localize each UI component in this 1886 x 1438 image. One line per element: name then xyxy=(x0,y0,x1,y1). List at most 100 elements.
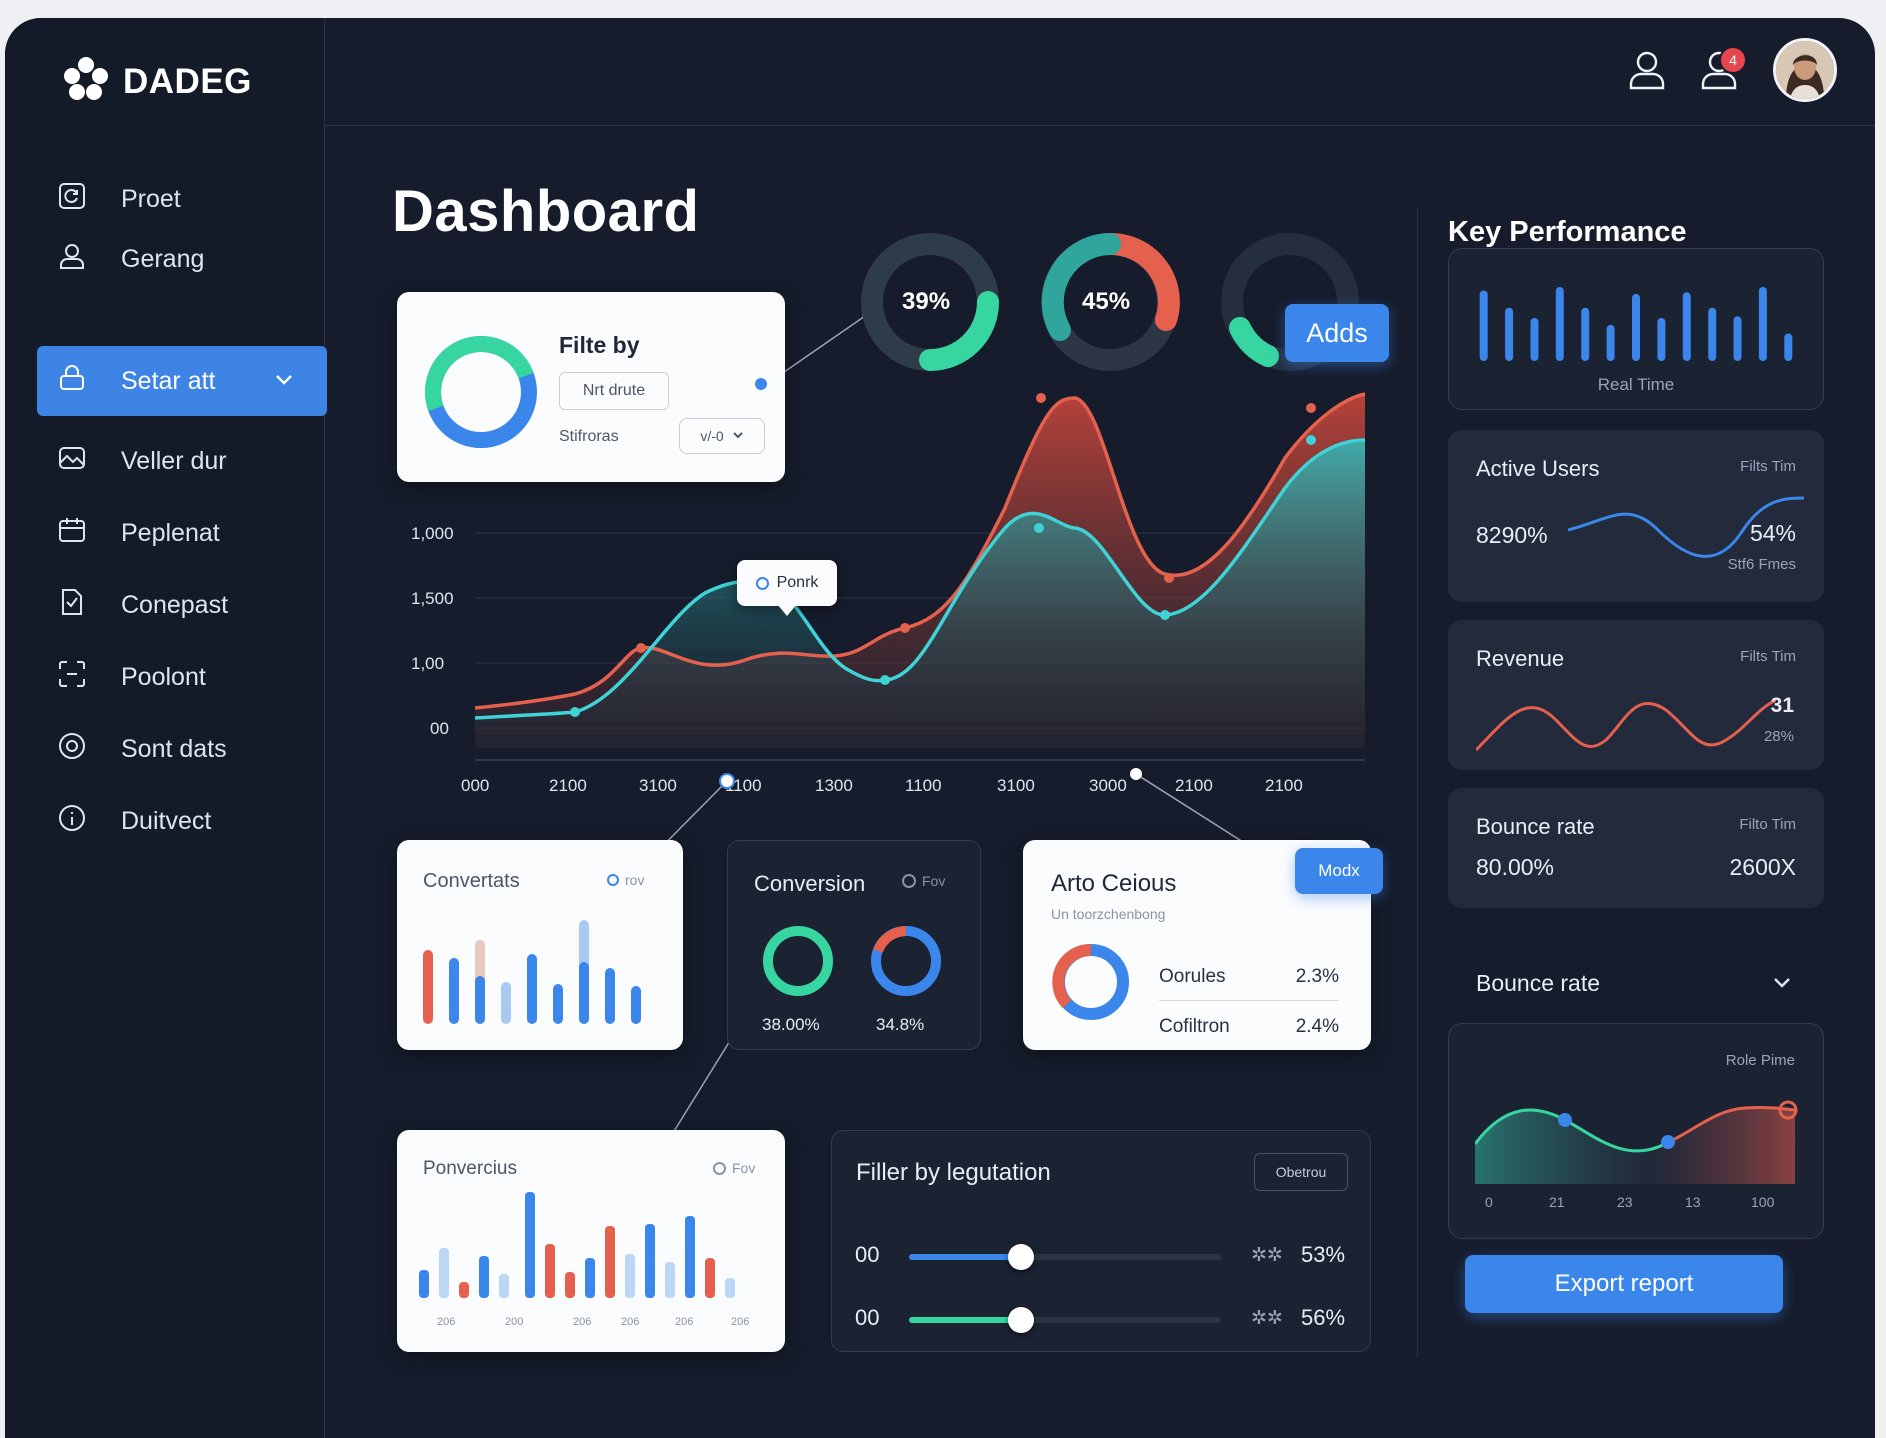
x-tick-4: 1100 xyxy=(725,776,762,795)
tooltip-arrow xyxy=(777,604,797,616)
chevron-down-icon[interactable] xyxy=(273,368,295,397)
lock-icon xyxy=(57,363,87,400)
slider-2-label: 00 xyxy=(855,1305,880,1330)
active-users-card: Active Users Filts Tim 8290% 54% Stf6 Fm… xyxy=(1448,430,1824,602)
filter-select-value: v/-0 xyxy=(700,428,724,444)
filter-location-button[interactable]: Obetrou xyxy=(1254,1153,1348,1191)
calendar-icon xyxy=(57,515,87,552)
tag-text: Fov xyxy=(732,1160,756,1176)
x-tick-5: 1300 xyxy=(815,776,853,795)
conversion-ring-blue xyxy=(871,926,941,996)
active-users-right-sub: Stf6 Fmes xyxy=(1727,556,1796,573)
add-button[interactable]: Adds xyxy=(1285,304,1389,362)
export-report-button[interactable]: Export report xyxy=(1465,1255,1783,1313)
info-circle-icon xyxy=(57,803,87,840)
modx-badge-button[interactable]: Modx xyxy=(1295,848,1383,894)
realtime-bar xyxy=(1682,292,1691,361)
filter-location-title: Filler by legutation xyxy=(856,1159,1051,1186)
bounce-x-tick-1: 0 xyxy=(1485,1194,1493,1210)
bounce-rate-section-header[interactable]: Bounce rate xyxy=(1448,958,1824,1010)
x-tick-2: 2100 xyxy=(549,776,587,795)
flower-logo-icon xyxy=(63,56,109,107)
sidebar-item-label: Poolont xyxy=(121,662,206,691)
app-window: DADEG Proet Gerang Setar att Veller dur xyxy=(5,18,1875,1438)
sidebar: DADEG Proet Gerang Setar att Veller dur xyxy=(5,18,327,1438)
auto-card-title: Arto Ceious xyxy=(1051,870,1177,897)
realtime-bar xyxy=(1733,316,1742,361)
convertats-tag: rov xyxy=(607,872,644,888)
active-users-left-value: 8290% xyxy=(1476,522,1548,548)
convertats-card: Convertats rov xyxy=(397,840,683,1050)
sidebar-item-duitvect[interactable]: Duitvect xyxy=(37,786,327,856)
auto-row1-value: 2.3% xyxy=(1295,966,1339,987)
revenue-sparkline xyxy=(1476,698,1776,752)
slider-2-thumb[interactable] xyxy=(1008,1307,1035,1333)
conversion-card: Conversion Fov 38.00% 34.8% xyxy=(727,840,981,1050)
sidebar-item-conepast[interactable]: Conepast xyxy=(37,570,327,640)
x-tick-7: 3100 xyxy=(997,776,1035,795)
bounce-rate-tag: Filto Tim xyxy=(1739,816,1796,833)
filter-select[interactable]: v/-0 xyxy=(679,418,765,454)
chevron-down-icon[interactable] xyxy=(1770,970,1794,999)
sidebar-item-setar-att[interactable]: Setar att xyxy=(37,346,327,416)
circle-icon xyxy=(902,874,916,888)
revenue-title: Revenue xyxy=(1476,646,1565,671)
donut-45-label: 45% xyxy=(1082,288,1131,315)
realtime-bar xyxy=(1479,290,1488,361)
slider-2-track[interactable] xyxy=(909,1307,1221,1333)
revenue-value: 31 xyxy=(1770,694,1794,717)
convertats-bar-chart xyxy=(423,920,641,1024)
sidebar-item-sont-dats[interactable]: Sont dats xyxy=(37,714,327,784)
slider-1-label: 00 xyxy=(855,1242,880,1267)
y-tick-2: 1,500 xyxy=(411,589,454,608)
bounce-rate-left-value: 80.00% xyxy=(1476,854,1555,880)
auto-row1-label: Oorules xyxy=(1159,966,1226,987)
bounce-section-title: Bounce rate xyxy=(1476,970,1601,996)
revenue-sub: 28% xyxy=(1763,728,1794,745)
realtime-label: Real Time xyxy=(1597,375,1675,394)
bounce-chart-card: Role Pime 0 21 23 13 100 xyxy=(1448,1023,1824,1239)
key-performance-title: Key Performance xyxy=(1448,216,1687,248)
sidebar-item-label: Duitvect xyxy=(121,806,212,835)
brand-name: DADEG xyxy=(123,61,252,101)
snowflake-icon: ✲✲ xyxy=(1251,1245,1283,1266)
revenue-card: Revenue Filts Tim 31 28% xyxy=(1448,620,1824,770)
bounce-x-tick-3: 23 xyxy=(1617,1194,1633,1210)
sidebar-item-label: Conepast xyxy=(121,590,229,619)
filter-card-title: Filte by xyxy=(559,332,640,358)
document-icon xyxy=(57,587,87,624)
filter-sub-label: Stifroras xyxy=(559,428,619,445)
revenue-tag: Filts Tim xyxy=(1740,648,1796,665)
bounce-rate-card: Bounce rate Filto Tim 80.00% 2600X xyxy=(1448,788,1824,908)
donut-39-label: 39% xyxy=(902,288,951,315)
brand-logo[interactable]: DADEG xyxy=(63,56,252,107)
sidebar-item-peplenat[interactable]: Peplenat xyxy=(37,498,327,568)
sidebar-item-label: Peplenat xyxy=(121,518,220,547)
sidebar-item-gerang[interactable]: Gerang xyxy=(37,224,327,294)
bounce-x-tick-5: 100 xyxy=(1751,1194,1775,1210)
slider-2-value: 56% xyxy=(1301,1305,1346,1330)
conversion-title: Conversion xyxy=(754,871,866,896)
filter-input[interactable]: Nrt drute xyxy=(559,372,669,410)
user-profile-icon[interactable] xyxy=(1625,48,1669,97)
ponvercius-x-tick-6: 206 xyxy=(731,1316,750,1328)
slider-1-track[interactable] xyxy=(909,1244,1221,1270)
avatar[interactable] xyxy=(1773,38,1837,102)
realtime-card: Real Time xyxy=(1448,248,1824,410)
ponvercius-x-tick-5: 206 xyxy=(675,1316,694,1328)
convertats-title: Convertats xyxy=(423,870,520,892)
user-icon xyxy=(57,241,87,278)
sidebar-item-poolont[interactable]: Poolont xyxy=(37,642,327,712)
auto-row2-label: Cofiltron xyxy=(1159,1016,1230,1037)
active-users-title: Active Users xyxy=(1476,456,1600,481)
y-tick-1: 1,000 xyxy=(411,524,454,543)
circle-icon xyxy=(607,874,619,886)
bounce-x-tick-4: 13 xyxy=(1685,1194,1701,1210)
sidebar-item-veller-dur[interactable]: Veller dur xyxy=(37,426,327,496)
conversion-ring2-label: 34.8% xyxy=(876,1015,925,1034)
slider-1-thumb[interactable] xyxy=(1008,1244,1035,1270)
bounce-rate-title: Bounce rate xyxy=(1476,814,1595,839)
realtime-bar xyxy=(1708,307,1717,361)
auto-card-donut xyxy=(1052,943,1129,1020)
divider xyxy=(1159,1000,1339,1001)
